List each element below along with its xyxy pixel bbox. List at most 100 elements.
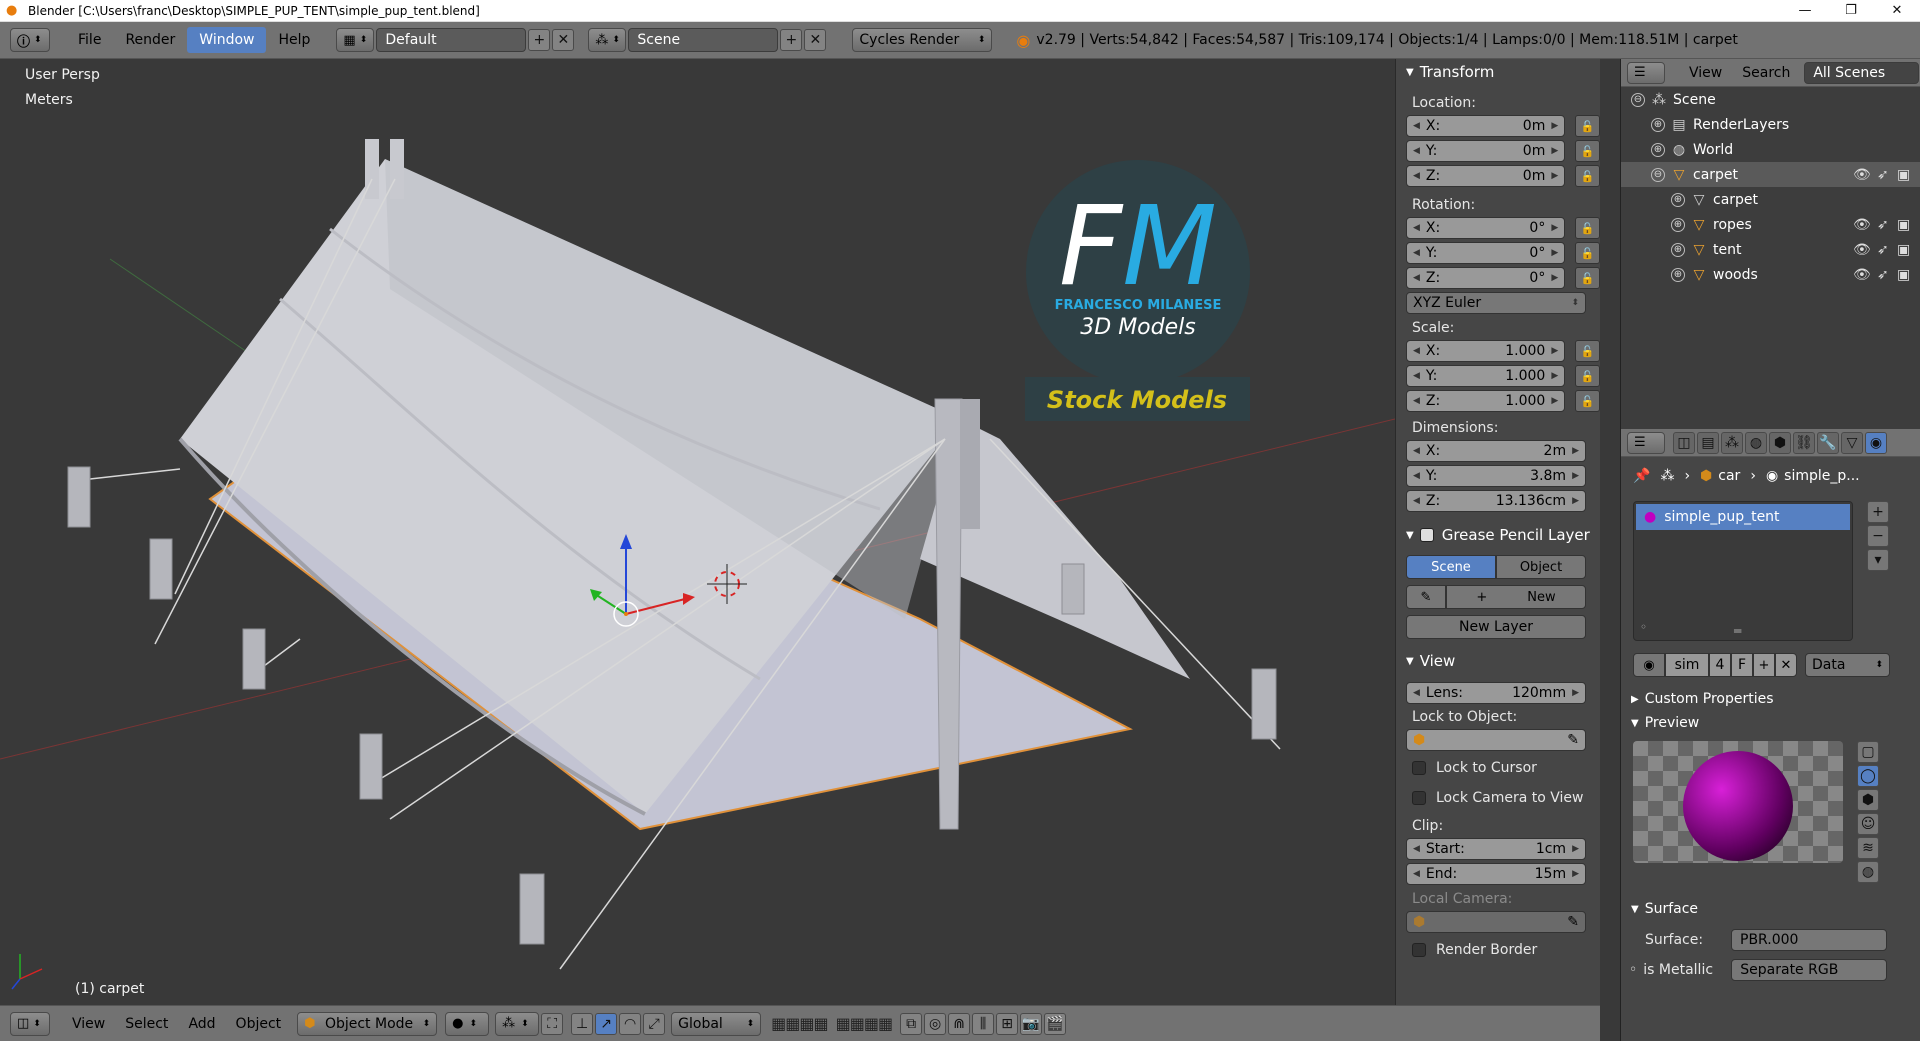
orientation-dropdown[interactable]: Global ⬍ (671, 1011, 762, 1036)
unlink-material-button[interactable]: ✕ (1775, 653, 1797, 677)
view-panel-header[interactable]: ▼ View (1396, 649, 1600, 673)
decrement-icon[interactable]: ◀ (1413, 273, 1420, 283)
menu-file[interactable]: File (66, 27, 113, 53)
expand-toggle-icon[interactable]: ⊖ (1631, 92, 1645, 107)
increment-icon[interactable]: ▶ (1551, 346, 1558, 356)
rotate-manipulator-icon[interactable]: ◠ (619, 1012, 642, 1035)
lock-to-cursor-row[interactable]: Lock to Cursor (1396, 753, 1600, 783)
proportional-edit-icon[interactable]: ◎ (924, 1012, 947, 1035)
outliner-search-menu[interactable]: Search (1732, 65, 1800, 81)
rotation-mode-dropdown[interactable]: XYZ Euler ⬍ (1406, 292, 1586, 314)
3d-viewport[interactable]: FM FRANCESCO MILANESE 3D Models Stock Mo… (0, 59, 1395, 1005)
lock-icon[interactable]: 🔓 (1575, 242, 1600, 264)
expand-toggle-icon[interactable]: ⊕ (1651, 117, 1665, 132)
outliner-view-menu[interactable]: View (1679, 65, 1732, 81)
fake-user-button[interactable]: F (1731, 653, 1753, 677)
slot-specials-button[interactable]: ▾ (1867, 549, 1889, 571)
lock-layers-icon[interactable]: ⧉ (900, 1012, 923, 1035)
preview-world-icon[interactable]: ◍ (1857, 861, 1879, 883)
surface-header[interactable]: ▼ Surface (1621, 897, 1920, 921)
clip-start-field[interactable]: ◀ Start: 1cm ▶ (1406, 838, 1586, 860)
expand-toggle-icon[interactable]: ⊕ (1671, 192, 1685, 207)
list-resize-icon[interactable]: ◦ (1640, 620, 1647, 634)
preview-hair-icon[interactable]: ≋ (1857, 837, 1879, 859)
increment-icon[interactable]: ▶ (1572, 471, 1579, 481)
remove-scene-button[interactable]: ✕ (804, 29, 827, 51)
decrement-icon[interactable]: ◀ (1413, 121, 1420, 131)
gp-pencil-icon[interactable]: ✎ (1406, 585, 1446, 609)
lock-icon[interactable]: 🔓 (1575, 165, 1600, 187)
local-camera-field[interactable]: ⬢ ✎ (1406, 911, 1586, 933)
outliner-item[interactable]: ⊖ ⁂ Scene (1621, 87, 1920, 112)
gp-new-layer-button[interactable]: New Layer (1406, 615, 1586, 639)
preview-monkey-icon[interactable]: ☺ (1857, 813, 1879, 835)
dimension-field[interactable]: ◀ X: 2m ▶ (1406, 440, 1586, 462)
rotation-field[interactable]: ◀ Y: 0° ▶ (1406, 242, 1566, 264)
outliner-item[interactable]: ⊕ ▽ woods 👁 ➶ ▣ (1621, 262, 1920, 287)
pivot-dropdown[interactable]: ⁂ ⬍ (495, 1011, 540, 1036)
increment-icon[interactable]: ▶ (1572, 496, 1579, 506)
cursor-select-icon[interactable]: ➶ (1877, 167, 1889, 183)
material-users-count[interactable]: 4 (1709, 653, 1731, 677)
scale-field[interactable]: ◀ X: 1.000 ▶ (1406, 340, 1566, 362)
lock-icon[interactable]: 🔓 (1575, 115, 1600, 137)
scene-tab-icon[interactable]: ⁂ (1721, 431, 1743, 454)
eye-icon[interactable]: 👁 (1853, 167, 1871, 183)
add-layout-button[interactable]: + (528, 29, 551, 51)
gp-object-button[interactable]: Object (1496, 555, 1586, 579)
translate-manipulator-icon[interactable]: ↗ (595, 1012, 618, 1035)
menu-help[interactable]: Help (266, 27, 322, 53)
rotation-field[interactable]: ◀ Z: 0° ▶ (1406, 267, 1566, 289)
outliner-item[interactable]: ⊕ ▽ ropes 👁 ➶ ▣ (1621, 212, 1920, 237)
layout-name-field[interactable]: Default (376, 28, 527, 52)
expand-toggle-icon[interactable]: ⊕ (1671, 267, 1685, 282)
modifiers-tab-icon[interactable]: 🔧 (1817, 431, 1839, 454)
menu-select[interactable]: Select (115, 1016, 178, 1032)
shading-dropdown[interactable]: ● ⬍ (445, 1011, 490, 1036)
material-browse-button[interactable]: ◉ (1633, 653, 1665, 677)
decrement-icon[interactable]: ◀ (1413, 446, 1420, 456)
lock-object-field[interactable]: ⬢ ✎ (1406, 729, 1586, 751)
material-slot-item[interactable]: ● simple_pup_tent (1636, 504, 1850, 530)
menu-add[interactable]: Add (178, 1016, 225, 1032)
cursor-select-icon[interactable]: ➶ (1877, 267, 1889, 283)
decrement-icon[interactable]: ◀ (1413, 223, 1420, 233)
rotation-field[interactable]: ◀ X: 0° ▶ (1406, 217, 1566, 239)
gp-scene-button[interactable]: Scene (1406, 555, 1496, 579)
location-field[interactable]: ◀ Z: 0m ▶ (1406, 165, 1566, 187)
viewport-canvas[interactable]: FM FRANCESCO MILANESE 3D Models Stock Mo… (0, 59, 1395, 1005)
menu-render[interactable]: Render (113, 27, 187, 53)
occlude-geometry-icon[interactable]: ⛶ (541, 1012, 564, 1035)
lock-icon[interactable]: 🔓 (1575, 365, 1600, 387)
gp-new-button[interactable]: + New (1446, 585, 1586, 609)
outliner-item[interactable]: ⊕ ◍ World (1621, 137, 1920, 162)
snap-element-icon[interactable]: ⫼ (972, 1012, 995, 1035)
metallic-dropdown[interactable]: Separate RGB (1731, 959, 1888, 981)
new-material-button[interactable]: + (1753, 653, 1775, 677)
dimension-field[interactable]: ◀ Z: 13.136cm ▶ (1406, 490, 1586, 512)
preview-header[interactable]: ▼ Preview (1621, 711, 1920, 735)
decrement-icon[interactable]: ◀ (1413, 171, 1420, 181)
layers-grid-icon[interactable]: ▦▦▦▦ (836, 1014, 893, 1033)
eye-icon[interactable]: 👁 (1853, 242, 1871, 258)
camera-render-icon[interactable]: ▣ (1897, 242, 1910, 258)
data-tab-icon[interactable]: ▽ (1841, 431, 1863, 454)
decrement-icon[interactable]: ◀ (1413, 248, 1420, 258)
menu-view[interactable]: View (62, 1016, 115, 1032)
outliner-item[interactable]: ⊕ ▤ RenderLayers (1621, 112, 1920, 137)
manipulator-toggle-icon[interactable]: ⊥ (571, 1012, 594, 1035)
preview-cube-icon[interactable]: ⬢ (1857, 789, 1879, 811)
increment-icon[interactable]: ▶ (1551, 396, 1558, 406)
opengl-render-icon[interactable]: 📷 (1020, 1012, 1043, 1035)
decrement-icon[interactable]: ◀ (1413, 496, 1420, 506)
eye-icon[interactable]: 👁 (1853, 267, 1871, 283)
viewport-editor-type-button[interactable]: ◫ ⬍ (10, 1011, 50, 1036)
location-field[interactable]: ◀ X: 0m ▶ (1406, 115, 1566, 137)
expand-toggle-icon[interactable]: ⊕ (1651, 142, 1665, 157)
location-field[interactable]: ◀ Y: 0m ▶ (1406, 140, 1566, 162)
grease-pencil-checkbox[interactable] (1419, 528, 1434, 542)
outliner-item[interactable]: ⊕ ▽ tent 👁 ➶ ▣ (1621, 237, 1920, 262)
preview-sphere-icon[interactable]: ◯ (1857, 765, 1879, 787)
eye-icon[interactable]: 👁 (1853, 217, 1871, 233)
mode-dropdown[interactable]: ⬢ Object Mode ⬍ (297, 1011, 438, 1036)
